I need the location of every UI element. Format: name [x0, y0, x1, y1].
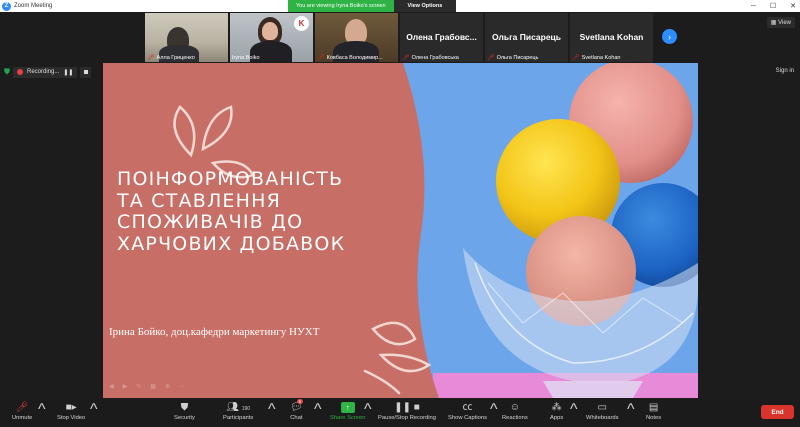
headline-line: та ставлення — [117, 189, 282, 212]
participant-display-name: Svetlana Kohan — [579, 32, 644, 42]
window-controls: ─ ☐ ✕ — [751, 0, 796, 12]
grid-icon: ▦ — [770, 20, 779, 26]
notes-button[interactable]: ▤ Notes — [646, 401, 661, 421]
encryption-shield-icon[interactable]: ⛊ — [4, 67, 10, 77]
zoom-slide-icon[interactable]: ⊕ — [165, 383, 170, 390]
participant-count: 190 — [241, 406, 251, 412]
captions-options-chevron-icon[interactable]: ^ — [490, 401, 498, 419]
shield-icon: ⛊ — [180, 402, 189, 413]
recording-status: ⛊ Recording... ❚❚ — [4, 66, 92, 78]
security-button[interactable]: ⛊ Security — [174, 401, 195, 421]
stop-recording-button[interactable] — [80, 66, 92, 78]
participant-name: Олена Грабовська — [411, 54, 459, 61]
pen-icon[interactable]: ✎ — [136, 383, 141, 390]
slide-author: Ірина Бойко, доц.кафедри маркетингу НУХТ — [109, 326, 320, 338]
minimize-icon[interactable]: ─ — [751, 3, 756, 10]
muted-mic-icon: 🎤︎ — [15, 402, 29, 413]
muted-mic-icon: 🎤︎ — [147, 55, 155, 61]
apps-icon: ⁂ — [551, 402, 562, 413]
previous-slide-icon[interactable]: ◀ — [109, 383, 114, 390]
participant-name: Svetlana Kohan — [581, 54, 621, 61]
chat-unread-badge: 6 — [297, 399, 303, 404]
chat-options-chevron-icon[interactable]: ^ — [314, 401, 322, 419]
audio-options-chevron-icon[interactable]: ^ — [38, 401, 46, 419]
institution-logo-icon: K — [294, 16, 309, 31]
camera-icon: ■▸ — [65, 402, 77, 413]
participant-name: Iryna Boiko — [232, 55, 260, 61]
muted-mic-icon: 🎤︎ — [402, 55, 410, 61]
slides-grid-icon[interactable]: ▦ — [150, 383, 156, 390]
share-options-chevron-icon[interactable]: ^ — [364, 401, 372, 419]
participant-tile[interactable]: K Iryna Boiko — [230, 13, 313, 62]
record-dot-icon — [17, 69, 23, 75]
pause-stop-recording-button[interactable]: ❚❚ ■ Pause/Stop Recording — [378, 401, 436, 421]
headline-line: Поінформованість — [117, 168, 344, 190]
viewing-screen-message: You are viewing Iryna Boiko's screen — [288, 0, 394, 12]
participant-tile[interactable]: 🎤︎ Ковбаса Володимир... — [315, 13, 398, 62]
whiteboard-options-chevron-icon[interactable]: ^ — [627, 401, 635, 419]
sign-in-link[interactable]: Sign in — [776, 68, 794, 74]
show-captions-button[interactable]: ㏄ Show Captions — [448, 401, 487, 421]
participant-name: Ковбаса Володимир... — [326, 54, 383, 61]
headline-line: споживачів до — [117, 211, 304, 233]
participant-tile[interactable]: Ольга Писарець 🎤︎ Ольга Писарець — [485, 13, 568, 62]
participant-tile[interactable]: Олена Грабовс... 🎤︎ Олена Грабовська — [400, 13, 483, 62]
participants-button[interactable]: 👥︎ 190 Participants — [223, 401, 253, 421]
participant-display-name: Ольга Писарець — [491, 32, 562, 42]
more-options-icon[interactable]: ⋯ — [179, 383, 185, 390]
window-title: Zoom Meeting — [14, 3, 53, 9]
participants-icon: 👥︎ 190 — [226, 402, 251, 413]
slide-show-controls: ◀ ▶ ✎ ▦ ⊕ ⋯ — [109, 383, 185, 390]
participant-tile[interactable]: Svetlana Kohan 🎤︎ Svetlana Kohan — [570, 13, 653, 62]
video-options-chevron-icon[interactable]: ^ — [90, 401, 98, 419]
zoom-window: Z Zoom Meeting ─ ☐ ✕ You are viewing Iry… — [0, 0, 800, 427]
chat-button[interactable]: 💬︎ 6 Chat — [290, 399, 303, 421]
recording-indicator[interactable]: Recording... ❚❚ — [13, 66, 78, 78]
muted-mic-icon: 🎤︎ — [487, 55, 495, 61]
muted-mic-icon: 🎤︎ — [317, 55, 325, 61]
next-slide-icon[interactable]: ▶ — [123, 383, 128, 390]
headline-line: харчових добавок — [117, 232, 346, 255]
reactions-button[interactable]: ☺ Reactions — [502, 401, 528, 421]
participant-display-name: Олена Грабовс... — [406, 32, 477, 42]
share-banner: You are viewing Iryna Boiko's screen Vie… — [288, 0, 457, 12]
stop-icon — [83, 70, 88, 74]
slide-headline: Поінформованість та ставлення споживачів… — [117, 168, 417, 255]
muted-mic-icon: 🎤︎ — [572, 55, 580, 61]
participant-name: Алла Гриценко — [156, 54, 195, 61]
share-screen-icon: ↑ — [340, 402, 355, 413]
whiteboard-icon: ▭ — [597, 402, 607, 413]
record-controls-icon: ❚❚ ■ — [394, 402, 420, 413]
view-options-button[interactable]: View Options — [393, 0, 457, 12]
pause-recording-icon[interactable]: ❚❚ — [63, 69, 73, 76]
participant-name: Ольга Писарець — [496, 54, 539, 61]
smiley-icon: ☺ — [509, 402, 520, 413]
shared-screen: Поінформованість та ставлення споживачів… — [103, 63, 698, 398]
participant-face — [262, 22, 278, 40]
stop-video-button[interactable]: ■▸ Stop Video — [57, 401, 85, 421]
end-meeting-button[interactable]: End — [761, 405, 794, 419]
notes-icon: ▤ — [648, 402, 659, 413]
maximize-icon[interactable]: ☐ — [770, 2, 776, 10]
meeting-toolbar: 🎤︎ Unmute ^ ■▸ Stop Video ^ ⛊ Security 👥… — [0, 399, 800, 427]
next-page-icon[interactable]: › — [662, 29, 677, 44]
recording-label: Recording... — [27, 69, 60, 75]
apps-button[interactable]: ⁂ Apps — [550, 401, 563, 421]
apps-options-chevron-icon[interactable]: ^ — [570, 401, 578, 419]
whiteboards-button[interactable]: ▭ Whiteboards — [586, 401, 619, 421]
view-button[interactable]: ▦ View — [766, 17, 795, 28]
zoom-logo-icon: Z — [2, 1, 11, 11]
share-screen-button[interactable]: ↑ Share Screen — [330, 401, 365, 421]
participant-tile[interactable]: 🎤︎ Алла Гриценко — [145, 13, 228, 62]
unmute-button[interactable]: 🎤︎ Unmute — [12, 401, 32, 421]
participant-strip: 🎤︎ Алла Гриценко K Iryna Boiko 🎤︎ Ковбаса … — [145, 13, 653, 62]
close-icon[interactable]: ✕ — [790, 2, 796, 10]
captions-icon: ㏄ — [462, 402, 473, 413]
participants-options-chevron-icon[interactable]: ^ — [268, 401, 276, 419]
